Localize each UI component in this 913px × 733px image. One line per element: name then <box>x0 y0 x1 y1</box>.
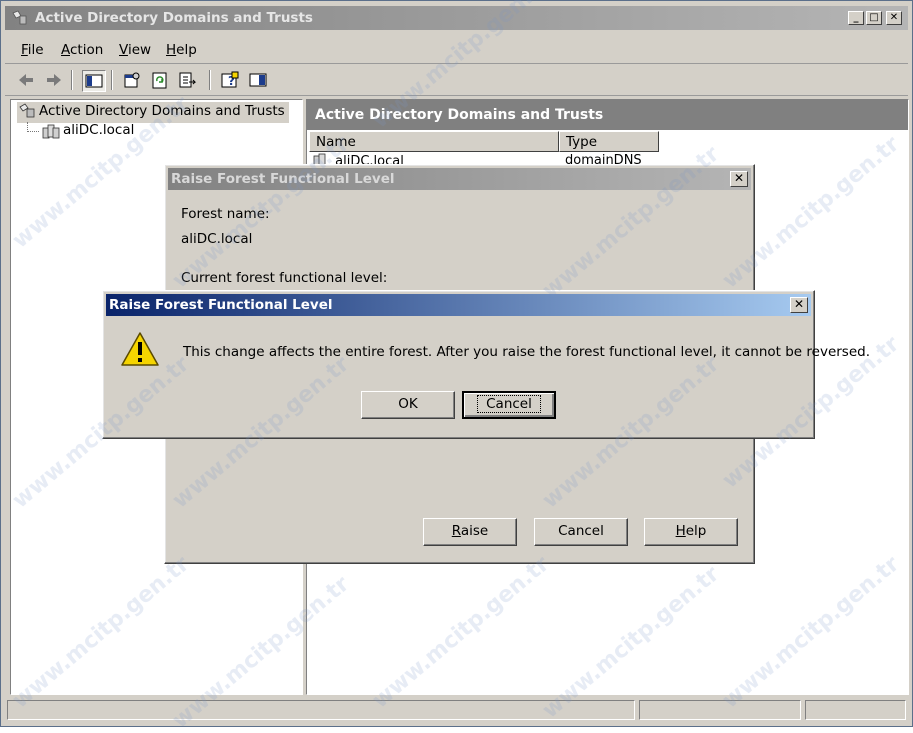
confirmation-close-button[interactable]: ✕ <box>790 297 808 313</box>
status-bar <box>5 698 908 722</box>
status-cell <box>7 700 635 720</box>
properties-icon[interactable] <box>121 70 143 90</box>
refresh-icon[interactable] <box>149 70 171 90</box>
tree-connector <box>27 131 39 132</box>
dialog-close-button[interactable]: ✕ <box>730 171 748 187</box>
tree-root-label: Active Directory Domains and Trusts <box>39 103 285 119</box>
forest-name-label: Forest name: <box>181 206 270 222</box>
menu-help[interactable]: Help <box>166 42 197 58</box>
domains-trusts-icon <box>19 103 35 118</box>
export-list-icon[interactable] <box>177 70 199 90</box>
toolbar-separator <box>71 70 73 90</box>
column-header-type[interactable]: Type <box>559 131 659 152</box>
back-arrow-icon[interactable] <box>15 70 37 90</box>
details-header: Active Directory Domains and Trusts <box>307 100 908 130</box>
tree-node-domain[interactable]: aliDC.local <box>41 122 135 139</box>
minimize-button[interactable]: _ <box>848 11 864 25</box>
dialog-title: Raise Forest Functional Level <box>171 171 395 187</box>
raise-button[interactable]: Raise <box>423 518 517 546</box>
warning-icon <box>121 332 159 366</box>
action-pane-icon[interactable] <box>247 70 269 90</box>
status-cell <box>805 700 906 720</box>
menubar: File Action View Help <box>5 35 908 64</box>
tree-node-domain-label: aliDC.local <box>63 122 135 138</box>
cancel-button[interactable]: Cancel <box>534 518 628 546</box>
domain-icon <box>42 124 60 139</box>
tree-root-node[interactable]: Active Directory Domains and Trusts <box>17 102 289 123</box>
status-cell <box>639 700 801 720</box>
toolbar-separator <box>209 70 211 90</box>
menu-file[interactable]: File <box>21 42 44 58</box>
menu-view[interactable]: View <box>119 42 151 58</box>
confirmation-message: This change affects the entire forest. A… <box>183 344 871 360</box>
menu-action[interactable]: Action <box>61 42 103 58</box>
help-icon[interactable]: ? <box>219 70 241 90</box>
confirm-cancel-button[interactable]: Cancel <box>462 391 556 419</box>
show-hide-console-tree-icon[interactable] <box>82 70 106 92</box>
close-window-button[interactable]: ✕ <box>886 11 902 25</box>
column-header-name[interactable]: Name <box>309 131 559 152</box>
window-title: Active Directory Domains and Trusts <box>35 10 313 26</box>
confirmation-titlebar[interactable]: Raise Forest Functional Level ✕ <box>106 294 811 316</box>
toolbar: ? <box>5 65 908 96</box>
confirmation-dialog: Raise Forest Functional Level ✕ This cha… <box>102 290 870 439</box>
forest-name-value: aliDC.local <box>181 231 253 247</box>
help-button[interactable]: Help <box>644 518 738 546</box>
app-icon <box>12 10 27 25</box>
dialog-titlebar[interactable]: Raise Forest Functional Level ✕ <box>168 168 751 190</box>
current-level-label: Current forest functional level: <box>181 270 388 286</box>
maximize-button[interactable]: □ <box>866 11 882 25</box>
ok-button[interactable]: OK <box>361 391 455 419</box>
confirmation-title: Raise Forest Functional Level <box>109 297 333 313</box>
toolbar-separator <box>111 70 113 90</box>
forward-arrow-icon[interactable] <box>43 70 65 90</box>
window-titlebar[interactable]: Active Directory Domains and Trusts _ □ … <box>5 6 908 30</box>
